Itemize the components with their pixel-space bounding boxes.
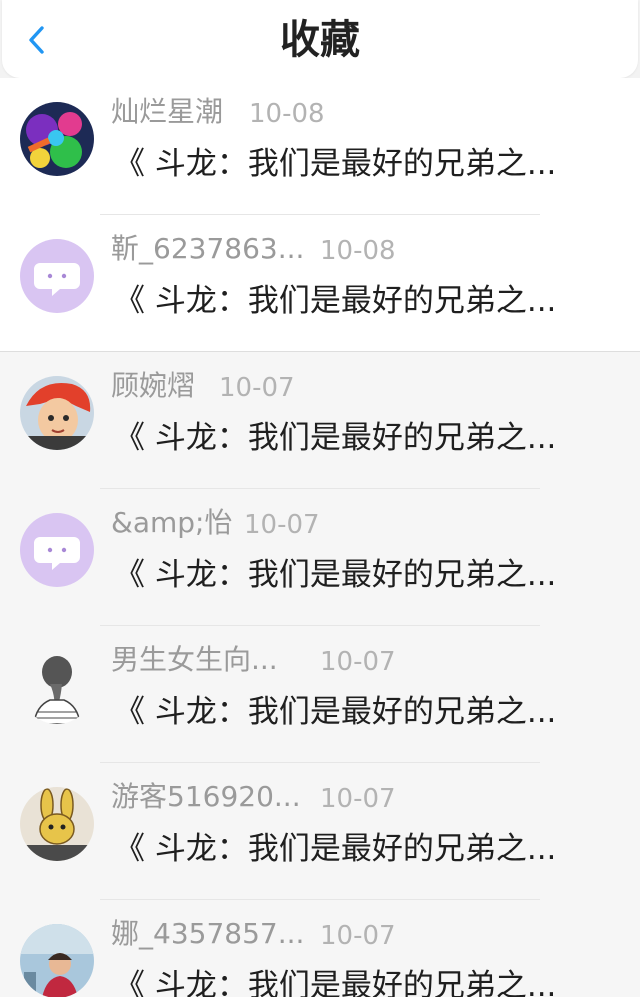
item-date: 10-08 [249, 99, 325, 129]
user-name[interactable]: 灿烂星潮 [111, 94, 223, 130]
top-bar: 收藏 [2, 0, 638, 78]
user-name[interactable]: 游客516920... [111, 779, 301, 815]
item-title[interactable]: 《 斗龙：我们是最好的兄弟之... [114, 416, 588, 460]
list-item[interactable]: 灿烂星潮 10-08 《 斗龙：我们是最好的兄弟之... [0, 78, 640, 215]
user-name[interactable]: &amp;怡 [111, 505, 232, 541]
avatar[interactable] [20, 513, 94, 587]
user-name[interactable]: 男生女生向... [111, 642, 278, 678]
page-title: 收藏 [280, 17, 360, 63]
avatar[interactable] [20, 650, 94, 724]
list-item[interactable]: 男生女生向... 10-07 《 斗龙：我们是最好的兄弟之... [0, 626, 640, 763]
user-name[interactable]: 顾婉熠 [111, 368, 195, 404]
default-chat-avatar-icon [20, 513, 94, 587]
cartoon-rabbit-avatar-icon [20, 787, 94, 861]
cartoon-character-avatar-icon [20, 376, 94, 450]
item-date: 10-07 [244, 510, 320, 540]
avatar[interactable] [20, 924, 94, 997]
list-item[interactable]: 游客516920... 10-07 《 斗龙：我们是最好的兄弟之... [0, 763, 640, 900]
list-item[interactable]: &amp;怡 10-07 《 斗龙：我们是最好的兄弟之... [0, 489, 640, 626]
default-chat-avatar-icon [20, 239, 94, 313]
photo-child-avatar-icon [20, 924, 94, 997]
avatar[interactable] [20, 376, 94, 450]
item-date: 10-07 [320, 784, 396, 814]
item-title[interactable]: 《 斗龙：我们是最好的兄弟之... [114, 690, 588, 734]
item-date: 10-08 [320, 236, 396, 266]
item-date: 10-07 [219, 373, 295, 403]
favorites-list: 灿烂星潮 10-08 《 斗龙：我们是最好的兄弟之... 靳_6237863..… [0, 78, 640, 997]
avatar[interactable] [20, 787, 94, 861]
item-date: 10-07 [320, 921, 396, 951]
item-title[interactable]: 《 斗龙：我们是最好的兄弟之... [114, 827, 588, 871]
list-item[interactable]: 娜_4357857... 10-07 《 斗龙：我们是最好的兄弟之... [0, 900, 640, 997]
item-title[interactable]: 《 斗龙：我们是最好的兄弟之... [114, 279, 588, 323]
list-item[interactable]: 顾婉熠 10-07 《 斗龙：我们是最好的兄弟之... [0, 352, 640, 489]
item-date: 10-07 [320, 647, 396, 677]
list-item[interactable]: 靳_6237863... 10-08 《 斗龙：我们是最好的兄弟之... [0, 215, 640, 352]
user-name[interactable]: 娜_4357857... [111, 916, 304, 952]
avatar[interactable] [20, 102, 94, 176]
item-title[interactable]: 《 斗龙：我们是最好的兄弟之... [114, 553, 588, 597]
sketch-girl-avatar-icon [20, 650, 94, 724]
user-name[interactable]: 靳_6237863... [111, 231, 304, 267]
colorful-game-avatar-icon [20, 102, 94, 176]
item-title[interactable]: 《 斗龙：我们是最好的兄弟之... [114, 142, 588, 186]
item-title[interactable]: 《 斗龙：我们是最好的兄弟之... [114, 964, 588, 997]
avatar[interactable] [20, 239, 94, 313]
